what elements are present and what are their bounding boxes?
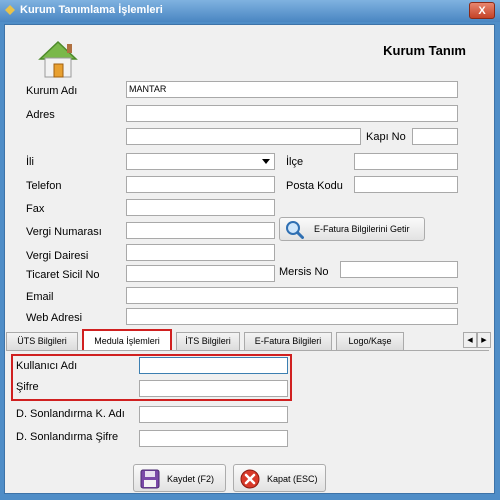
telefon-input[interactable] [126, 176, 275, 193]
house-icon [38, 40, 78, 78]
d-sonlandirma-sifre-input[interactable] [139, 430, 288, 447]
kapi-no-input[interactable] [412, 128, 458, 145]
mersis-no-label: Mersis No [279, 266, 329, 278]
sifre-label: Şifre [16, 381, 39, 393]
ili-select[interactable] [126, 153, 275, 170]
web-adresi-label: Web Adresi [26, 312, 83, 324]
magnifier-icon [286, 221, 304, 239]
adres-label: Adres [26, 109, 55, 121]
cancel-icon [240, 469, 260, 489]
tab-logo-kase[interactable]: Logo/Kaşe [336, 332, 404, 350]
save-label: Kaydet (F2) [167, 474, 215, 484]
chevron-down-icon[interactable] [262, 159, 270, 164]
posta-kodu-input[interactable] [354, 176, 458, 193]
kurum-adi-label: Kurum Adı [26, 85, 78, 97]
vergi-dairesi-input[interactable] [126, 244, 275, 261]
web-adresi-input[interactable] [126, 308, 458, 325]
kullanici-adi-input[interactable] [139, 357, 288, 374]
floppy-disk-icon [140, 469, 160, 489]
tab-scroll-right-icon[interactable]: ▶ [477, 332, 491, 348]
app-window: Kurum Tanımlama İşlemleri X Kurum Tanım … [0, 0, 500, 500]
tab-uts-bilgileri[interactable]: ÜTS Bilgileri [6, 332, 78, 350]
kullanici-adi-label: Kullanıcı Adı [16, 360, 78, 372]
telefon-label: Telefon [26, 180, 62, 192]
medula-tab-panel: Kullanıcı Adı Şifre D. Sonlandırma K. Ad… [6, 350, 489, 457]
kurum-adi-input[interactable]: MANTAR [126, 81, 458, 98]
window-title: Kurum Tanımlama İşlemleri [20, 4, 163, 16]
ticaret-sicil-no-label: Ticaret Sicil No [26, 269, 100, 281]
tab-scroll-left-icon[interactable]: ◀ [463, 332, 477, 348]
efatura-getir-label: E-Fatura Bilgilerini Getir [314, 224, 410, 234]
email-input[interactable] [126, 287, 458, 304]
d-sonlandirma-kadi-input[interactable] [139, 406, 288, 423]
close-label: Kapat (ESC) [267, 474, 318, 484]
kapi-no-label: Kapı No [366, 131, 406, 143]
ili-label: İli [26, 156, 34, 168]
email-label: Email [26, 291, 54, 303]
adres-input[interactable] [126, 105, 458, 122]
efatura-getir-button[interactable]: E-Fatura Bilgilerini Getir [279, 217, 425, 241]
window-close-button[interactable]: X [469, 2, 495, 19]
posta-kodu-label: Posta Kodu [286, 180, 343, 192]
vergi-numarasi-input[interactable] [126, 222, 275, 239]
fax-label: Fax [26, 203, 45, 215]
ilce-label: İlçe [286, 156, 304, 168]
tab-efatura-bilgileri[interactable]: E-Fatura Bilgileri [244, 332, 332, 350]
ticaret-sicil-no-input[interactable] [126, 265, 275, 282]
mersis-no-input[interactable] [340, 261, 458, 278]
adres-input-line2[interactable] [126, 128, 361, 145]
close-button[interactable]: Kapat (ESC) [233, 464, 326, 492]
d-sonlandirma-sifre-label: D. Sonlandırma Şifre [16, 431, 119, 443]
save-button[interactable]: Kaydet (F2) [133, 464, 226, 492]
d-sonlandirma-kadi-label: D. Sonlandırma K. Adı [16, 408, 125, 420]
vergi-dairesi-label: Vergi Dairesi [26, 250, 89, 262]
tab-its-bilgileri[interactable]: İTS Bilgileri [176, 332, 240, 350]
vergi-numarasi-label: Vergi Numarası [26, 226, 102, 238]
page-title: Kurum Tanım [383, 43, 466, 58]
title-bar: Kurum Tanımlama İşlemleri X [0, 0, 500, 22]
fax-input[interactable] [126, 199, 275, 216]
tab-medula-islemleri[interactable]: Medula İşlemleri [82, 329, 172, 351]
app-icon [5, 5, 15, 15]
tab-strip: ÜTS Bilgileri Medula İşlemleri İTS Bilgi… [6, 329, 491, 351]
sifre-input[interactable] [139, 380, 288, 397]
ilce-input[interactable] [354, 153, 458, 170]
